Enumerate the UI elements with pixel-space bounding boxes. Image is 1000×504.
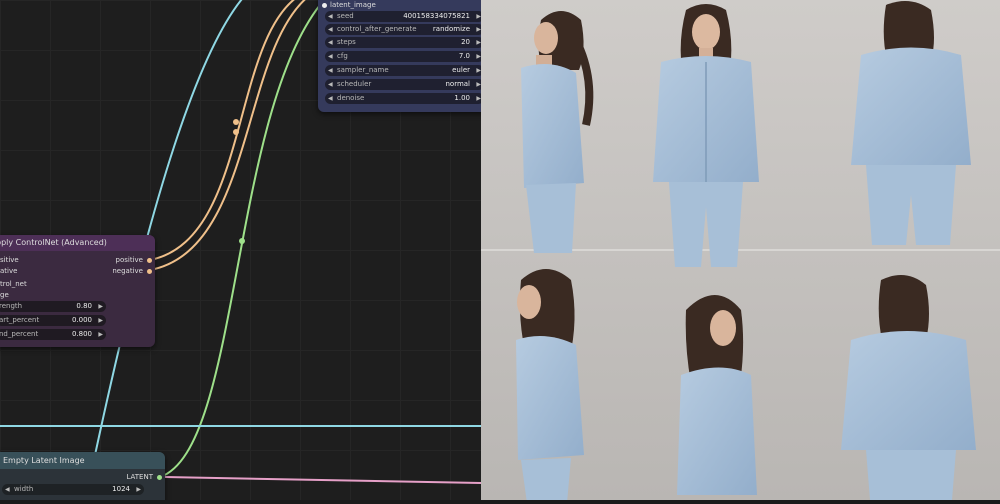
widget-steps[interactable]: ◀ steps 20 ▶	[325, 37, 481, 48]
widget-label: width	[14, 485, 34, 493]
increment-icon[interactable]: ▶	[98, 301, 103, 312]
apply-controlnet-node[interactable]: pply ControlNet (Advanced) sitive ative …	[0, 235, 155, 347]
widget-strength[interactable]: rength 0.80 ▶	[0, 301, 106, 312]
decrement-icon[interactable]: ◀	[328, 51, 333, 62]
turnaround-sheet-image	[481, 0, 1000, 503]
increment-icon[interactable]: ▶	[136, 484, 141, 495]
latent-input-label: latent_image	[330, 1, 376, 9]
wire-reroute-dot	[239, 238, 245, 244]
widget-label: sampler_name	[337, 66, 389, 74]
ksampler-node[interactable]: latent_image ◀ seed 400158334075821 ▶ ◀ …	[318, 0, 481, 112]
decrement-icon[interactable]: ◀	[328, 79, 333, 90]
widget-start-percent[interactable]: art_percent 0.000 ▶	[0, 315, 106, 326]
widget-label: steps	[337, 38, 356, 46]
decrement-icon[interactable]: ◀	[5, 484, 10, 495]
wire-reroute-dot	[233, 129, 239, 135]
output-positive-dot[interactable]	[147, 258, 152, 263]
latent-input-dot[interactable]	[322, 3, 327, 8]
widget-label: denoise	[337, 94, 365, 102]
widget-value: 7.0	[458, 52, 470, 60]
widget-cfg[interactable]: ◀ cfg 7.0 ▶	[325, 51, 481, 62]
decrement-icon[interactable]: ◀	[328, 11, 333, 22]
widget-value: 0.800	[71, 330, 92, 338]
increment-icon[interactable]: ▶	[98, 329, 103, 340]
input-negative-label: ative	[0, 267, 18, 275]
node-title[interactable]: Empty Latent Image	[0, 452, 165, 469]
output-latent-label: LATENT	[126, 473, 153, 481]
output-positive-label: positive	[115, 256, 143, 264]
widget-value: 1.00	[454, 94, 470, 102]
widget-label: rength	[0, 302, 23, 310]
widget-end-percent[interactable]: nd_percent 0.800 ▶	[0, 329, 106, 340]
output-negative-dot[interactable]	[147, 269, 152, 274]
decrement-icon[interactable]: ◀	[328, 65, 333, 76]
widget-value: 20	[461, 38, 470, 46]
widget-label: control_after_generate	[337, 25, 417, 33]
widget-label: seed	[337, 12, 354, 20]
empty-latent-image-node[interactable]: Empty Latent Image LATENT ◀ width 1024 ▶	[0, 452, 165, 500]
increment-icon[interactable]: ▶	[98, 315, 103, 326]
widget-value: 0.80	[76, 302, 92, 310]
output-negative-label: negative	[112, 267, 143, 275]
widget-label: art_percent	[0, 316, 40, 324]
widget-sampler-name[interactable]: ◀ sampler_name euler ▶	[325, 65, 481, 76]
node-title[interactable]: pply ControlNet (Advanced)	[0, 235, 155, 251]
input-control-net-label: trol_net	[0, 280, 27, 288]
wire-pink-horizontal	[164, 476, 481, 484]
widget-value: 1024	[112, 485, 130, 493]
widget-value: randomize	[432, 25, 470, 33]
wire-orange-2	[149, 0, 307, 271]
generated-image-preview	[481, 0, 1000, 503]
widget-label: cfg	[337, 52, 348, 60]
widget-label: scheduler	[337, 80, 372, 88]
decrement-icon[interactable]: ◀	[328, 24, 333, 35]
widget-control-after-generate[interactable]: ◀ control_after_generate randomize ▶	[325, 24, 481, 35]
wire-reroute-dot	[233, 119, 239, 125]
input-image-label: ge	[0, 291, 9, 299]
widget-value: normal	[445, 80, 470, 88]
output-latent-dot[interactable]	[157, 475, 162, 480]
widget-value: 0.000	[71, 316, 92, 324]
widget-scheduler[interactable]: ◀ scheduler normal ▶	[325, 79, 481, 90]
widget-seed[interactable]: ◀ seed 400158334075821 ▶	[325, 11, 481, 22]
widget-label: nd_percent	[0, 330, 39, 338]
node-graph-canvas[interactable]: latent_image ◀ seed 400158334075821 ▶ ◀ …	[0, 0, 481, 500]
input-positive-label: sitive	[0, 256, 19, 264]
widget-value: euler	[452, 66, 470, 74]
widget-value: 400158334075821	[403, 12, 470, 20]
decrement-icon[interactable]: ◀	[328, 37, 333, 48]
widget-denoise[interactable]: ◀ denoise 1.00 ▶	[325, 93, 481, 104]
decrement-icon[interactable]: ◀	[328, 93, 333, 104]
widget-width[interactable]: ◀ width 1024 ▶	[2, 484, 144, 495]
wire-cyan-upper	[94, 0, 243, 456]
